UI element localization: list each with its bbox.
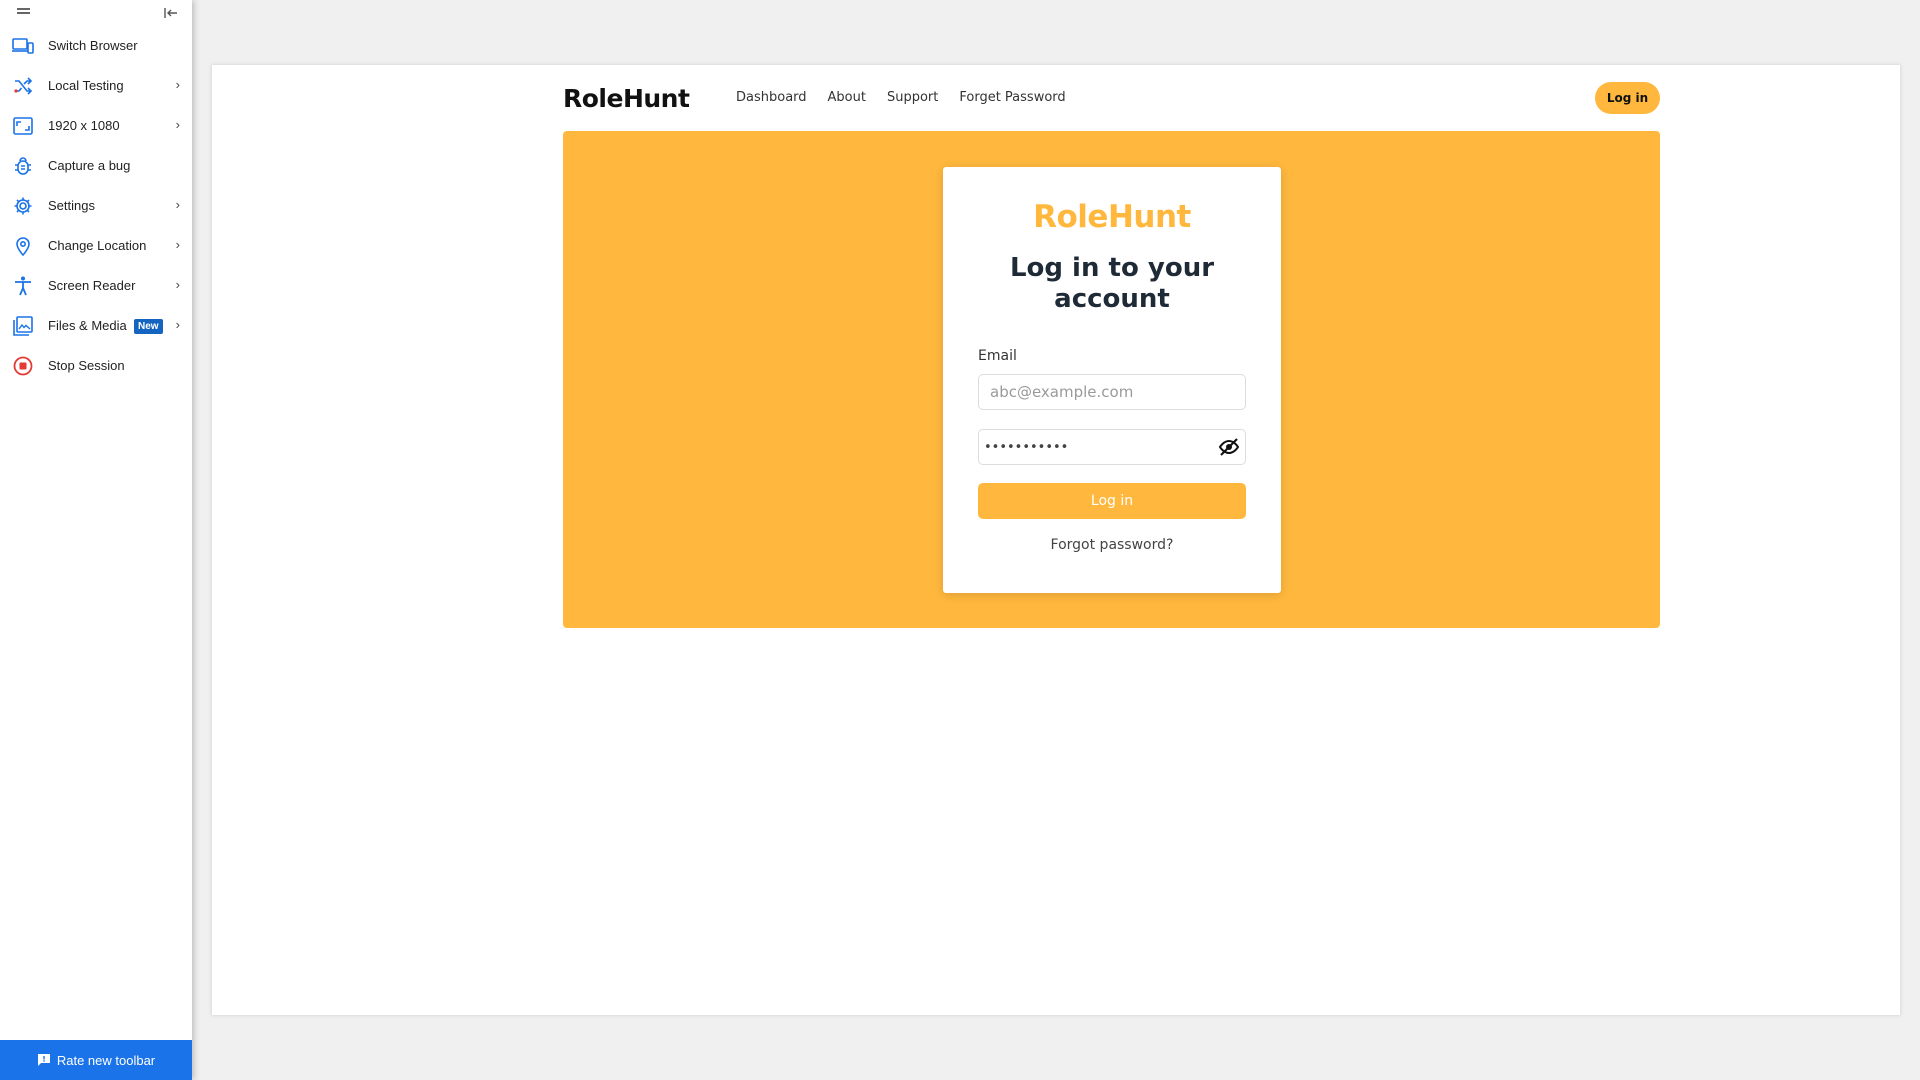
- drag-handle-icon[interactable]: [17, 8, 30, 17]
- toolbar-item-capture-bug[interactable]: Capture a bug: [0, 146, 192, 186]
- site-logo[interactable]: RoleHunt: [563, 84, 690, 113]
- toolbar-item-label: Capture a bug: [48, 158, 131, 173]
- feedback-icon: [37, 1054, 50, 1066]
- rate-toolbar-label: Rate new toolbar: [56, 1052, 156, 1068]
- toolbar-item-label: Files & Media: [48, 318, 127, 333]
- nav-links: Dashboard About Support Forget Password: [736, 90, 1087, 105]
- chevron-right-icon: ›: [175, 237, 180, 252]
- location-pin-icon: [12, 236, 34, 256]
- nav-link-about[interactable]: About: [828, 90, 866, 105]
- devices-icon: [12, 36, 34, 56]
- toolbar-item-screen-reader[interactable]: Screen Reader ›: [0, 266, 192, 306]
- toolbar-item-files-media[interactable]: Files & Media New ›: [0, 306, 192, 346]
- bug-icon: [12, 156, 34, 176]
- login-heading: Log in to your account: [1009, 253, 1215, 314]
- image-icon: [12, 316, 34, 336]
- accessibility-icon: [12, 276, 34, 296]
- chevron-right-icon: ›: [175, 317, 180, 332]
- password-field[interactable]: •••••••••••: [978, 429, 1246, 465]
- rate-toolbar-button[interactable]: Rate new toolbar: [0, 1040, 192, 1080]
- toolbar-item-label: Local Testing: [48, 78, 124, 93]
- toolbar-item-local-testing[interactable]: Local Testing ›: [0, 66, 192, 106]
- chevron-right-icon: ›: [175, 197, 180, 212]
- toolbar-item-stop-session[interactable]: Stop Session: [0, 346, 192, 386]
- toolbar-item-resolution[interactable]: 1920 x 1080 ›: [0, 106, 192, 146]
- chevron-right-icon: ›: [175, 117, 180, 132]
- resolution-icon: [12, 116, 34, 136]
- gear-icon: [12, 196, 34, 216]
- chevron-right-icon: ›: [175, 77, 180, 92]
- toolbar-item-label: Screen Reader: [48, 278, 136, 293]
- toolbar-item-switch-browser[interactable]: Switch Browser: [0, 26, 192, 66]
- login-submit-button[interactable]: Log in: [978, 483, 1246, 519]
- shuffle-icon: [12, 76, 34, 96]
- toolbar-item-label: Settings: [48, 198, 95, 213]
- toggle-password-visibility-icon[interactable]: [1218, 436, 1240, 458]
- nav-login-button[interactable]: Log in: [1595, 82, 1660, 114]
- card-logo: RoleHunt: [1033, 199, 1191, 235]
- email-label: Email: [978, 348, 1017, 364]
- toolbar-item-label: Change Location: [48, 238, 147, 253]
- login-card: RoleHunt Log in to your account Email ••…: [943, 167, 1281, 593]
- collapse-toolbar-icon[interactable]: [162, 4, 180, 22]
- password-field-wrapper: •••••••••••: [978, 429, 1246, 465]
- nav-link-forget-password[interactable]: Forget Password: [959, 90, 1065, 105]
- email-field[interactable]: [978, 374, 1246, 410]
- nav-link-dashboard[interactable]: Dashboard: [736, 90, 807, 105]
- toolbar-item-change-location[interactable]: Change Location ›: [0, 226, 192, 266]
- toolbar-item-label: Stop Session: [48, 358, 125, 373]
- toolbar-item-settings[interactable]: Settings ›: [0, 186, 192, 226]
- new-badge: New: [134, 319, 163, 334]
- site-navbar: RoleHunt Dashboard About Support Forget …: [563, 82, 1660, 124]
- side-toolbar: Switch Browser Local Testing › 1920 x 10…: [0, 0, 192, 1080]
- toolbar-header: [0, 0, 192, 26]
- forgot-password-link[interactable]: Forgot password?: [943, 537, 1281, 553]
- nav-link-support[interactable]: Support: [887, 90, 938, 105]
- toolbar-item-label: Switch Browser: [48, 38, 138, 53]
- toolbar-item-label: 1920 x 1080: [48, 118, 120, 133]
- chevron-right-icon: ›: [175, 277, 180, 292]
- stop-icon: [12, 356, 34, 376]
